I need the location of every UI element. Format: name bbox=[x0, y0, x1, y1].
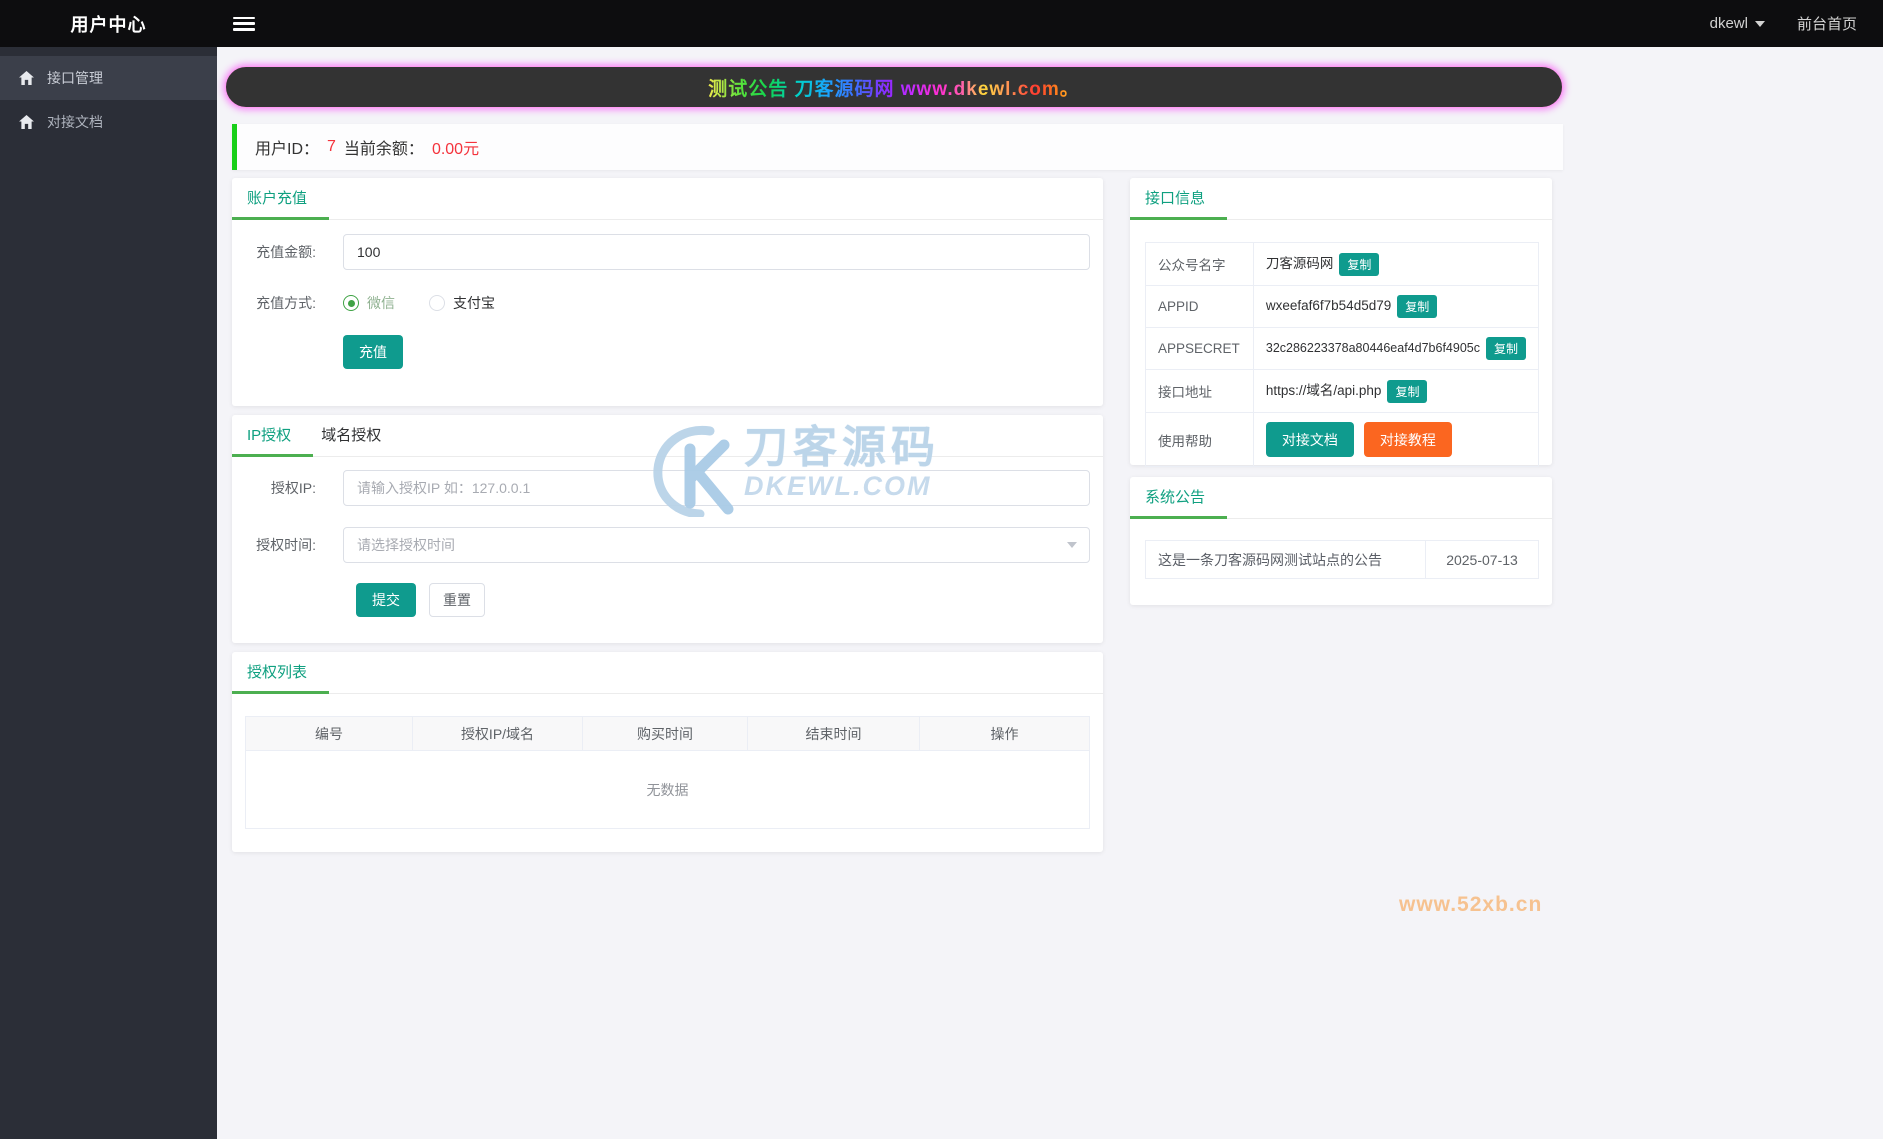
col-actions: 操作 bbox=[919, 716, 1090, 751]
system-notice-card: 系统公告 这是一条刀客源码网测试站点的公告 2025-07-13 bbox=[1129, 477, 1552, 605]
row-label: 接口地址 bbox=[1145, 369, 1254, 414]
docs-button[interactable]: 对接文档 bbox=[1265, 422, 1354, 458]
recharge-card-header: 账户充值 bbox=[231, 178, 1103, 220]
auth-time-label: 授权时间: bbox=[256, 537, 316, 553]
user-id-value: 7 bbox=[327, 138, 336, 155]
authorization-card: IP授权 域名授权 授权IP: 授权时间: 请选择授权时间 提交 重置 bbox=[231, 415, 1103, 643]
tutorial-button[interactable]: 对接教程 bbox=[1363, 422, 1452, 458]
user-center-page: 用户中心 dkewl 前台首页 接口管理 对接文档 测试公告 刀客源码网 www… bbox=[0, 0, 1883, 1139]
balance-label: 当前余额： bbox=[343, 141, 424, 158]
tab-account-recharge[interactable]: 账户充值 bbox=[231, 179, 330, 220]
row-label: 公众号名字 bbox=[1145, 241, 1254, 287]
sidebar-item-label: 接口管理 bbox=[47, 70, 103, 86]
notice-row: 这是一条刀客源码网测试站点的公告 2025-07-13 bbox=[1145, 540, 1539, 579]
menu-toggle-icon[interactable] bbox=[233, 16, 255, 31]
front-home-link[interactable]: 前台首页 bbox=[1797, 13, 1857, 34]
row-label: APPSECRET bbox=[1145, 327, 1254, 371]
row-value: wxeefaf6f7b54d5d79 bbox=[1265, 298, 1392, 313]
system-notice-header: 系统公告 bbox=[1129, 477, 1552, 519]
app-title: 用户中心 bbox=[70, 14, 147, 35]
help-row: 使用帮助 对接文档 对接教程 bbox=[1145, 412, 1540, 468]
table-row: 接口地址 https://域名/api.php 复制 bbox=[1145, 369, 1540, 414]
auth-list-card: 授权列表 编号 授权IP/域名 购买时间 结束时间 操作 无数据 bbox=[231, 652, 1103, 852]
sidebar-item-docs[interactable]: 对接文档 bbox=[0, 100, 217, 144]
amount-label: 充值金额: bbox=[256, 244, 316, 260]
table-row: 公众号名字 刀客源码网 复制 bbox=[1145, 241, 1540, 287]
auth-time-row: 授权时间: 请选择授权时间 bbox=[232, 527, 1103, 563]
radio-wechat-label: 微信 bbox=[367, 295, 395, 311]
row-value: 刀客源码网 bbox=[1265, 256, 1334, 271]
col-ip-domain: 授权IP/域名 bbox=[412, 716, 583, 751]
submit-button[interactable]: 提交 bbox=[356, 583, 416, 617]
radio-wechat[interactable]: 微信 bbox=[343, 293, 395, 313]
tab-api-info[interactable]: 接口信息 bbox=[1129, 179, 1228, 220]
radio-unselected-icon bbox=[429, 295, 445, 311]
sidebar-item-label: 对接文档 bbox=[47, 114, 103, 130]
chevron-down-icon bbox=[1754, 20, 1765, 27]
row-value: 32c286223378a80446eaf4d7b6f4905c bbox=[1265, 341, 1480, 355]
notice-date: 2025-07-13 bbox=[1425, 540, 1539, 579]
tab-ip-auth[interactable]: IP授权 bbox=[231, 416, 314, 457]
auth-ip-row: 授权IP: bbox=[232, 470, 1103, 506]
sidebar: 接口管理 对接文档 bbox=[0, 47, 217, 1139]
chevron-down-icon bbox=[1067, 542, 1077, 548]
username: dkewl bbox=[1709, 15, 1748, 32]
balance-value: 0.00元 bbox=[431, 141, 480, 158]
help-label: 使用帮助 bbox=[1145, 412, 1254, 468]
method-label: 充值方式: bbox=[256, 295, 316, 311]
tab-domain-auth[interactable]: 域名授权 bbox=[321, 416, 381, 456]
copy-button[interactable]: 复制 bbox=[1397, 295, 1438, 319]
empty-row: 无数据 bbox=[245, 750, 1090, 829]
table-row: APPID wxeefaf6f7b54d5d79 复制 bbox=[1145, 285, 1540, 329]
top-header: 用户中心 dkewl 前台首页 bbox=[0, 0, 1883, 47]
api-info-header: 接口信息 bbox=[1129, 178, 1552, 220]
api-info-card: 接口信息 公众号名字 刀客源码网 复制 APPID wxeefaf6f7b54d5… bbox=[1129, 178, 1552, 468]
col-end-time: 结束时间 bbox=[747, 716, 920, 751]
col-number: 编号 bbox=[245, 716, 413, 751]
tab-system-notice[interactable]: 系统公告 bbox=[1129, 478, 1228, 519]
api-info-table: 公众号名字 刀客源码网 复制 APPID wxeefaf6f7b54d5d79 复制… bbox=[1145, 241, 1540, 468]
copy-button[interactable]: 复制 bbox=[1339, 253, 1380, 277]
radio-alipay[interactable]: 支付宝 bbox=[429, 293, 495, 313]
header-right: dkewl 前台首页 bbox=[1710, 13, 1883, 34]
home-icon bbox=[19, 115, 34, 129]
row-label: APPID bbox=[1145, 285, 1254, 329]
recharge-button[interactable]: 充值 bbox=[343, 335, 403, 369]
user-id-label: 用户ID： bbox=[255, 141, 320, 158]
user-dropdown[interactable]: dkewl bbox=[1710, 15, 1765, 32]
announcement-banner: 测试公告 刀客源码网 www.dkewl.com。 bbox=[225, 66, 1563, 108]
notice-text: 这是一条刀客源码网测试站点的公告 bbox=[1145, 540, 1426, 579]
auth-list-header: 授权列表 bbox=[231, 652, 1103, 694]
corner-watermark: www.52xb.cn bbox=[1399, 893, 1543, 916]
sidebar-item-api-management[interactable]: 接口管理 bbox=[0, 56, 217, 100]
copy-button[interactable]: 复制 bbox=[1387, 380, 1428, 404]
auth-time-placeholder: 请选择授权时间 bbox=[357, 537, 455, 553]
announcement-text: 测试公告 刀客源码网 www.dkewl.com。 bbox=[708, 74, 1080, 101]
authorization-card-header: IP授权 域名授权 bbox=[231, 415, 1103, 457]
col-buy-time: 购买时间 bbox=[582, 716, 748, 751]
table-row: APPSECRET 32c286223378a80446eaf4d7b6f490… bbox=[1145, 327, 1540, 371]
auth-ip-input[interactable] bbox=[343, 470, 1090, 506]
payment-method-radio-group: 微信 支付宝 bbox=[343, 293, 495, 313]
tab-auth-list[interactable]: 授权列表 bbox=[231, 653, 330, 694]
home-icon bbox=[19, 71, 34, 85]
amount-input[interactable] bbox=[343, 234, 1090, 270]
auth-ip-label: 授权IP: bbox=[270, 480, 316, 496]
auth-buttons-row: 提交 重置 bbox=[232, 583, 1103, 617]
user-info-bar: 用户ID： 7 当前余额： 0.00元 bbox=[232, 124, 1563, 170]
radio-alipay-label: 支付宝 bbox=[453, 295, 495, 311]
copy-button[interactable]: 复制 bbox=[1485, 337, 1526, 361]
reset-button[interactable]: 重置 bbox=[429, 583, 485, 617]
empty-state-text: 无数据 bbox=[245, 750, 1090, 829]
recharge-submit-row: 充值 bbox=[232, 335, 1103, 369]
recharge-amount-row: 充值金额: bbox=[232, 234, 1103, 270]
table-header-row: 编号 授权IP/域名 购买时间 结束时间 操作 bbox=[245, 716, 1090, 751]
row-value: https://域名/api.php bbox=[1265, 383, 1382, 399]
auth-time-select[interactable]: 请选择授权时间 bbox=[343, 527, 1090, 563]
auth-list-table: 编号 授权IP/域名 购买时间 结束时间 操作 无数据 bbox=[245, 716, 1090, 829]
recharge-method-row: 充值方式: 微信 支付宝 bbox=[232, 293, 1103, 313]
notice-table: 这是一条刀客源码网测试站点的公告 2025-07-13 bbox=[1145, 540, 1539, 579]
radio-selected-icon bbox=[343, 295, 359, 311]
recharge-card: 账户充值 充值金额: 充值方式: 微信 支付宝 充值 bbox=[231, 178, 1103, 406]
